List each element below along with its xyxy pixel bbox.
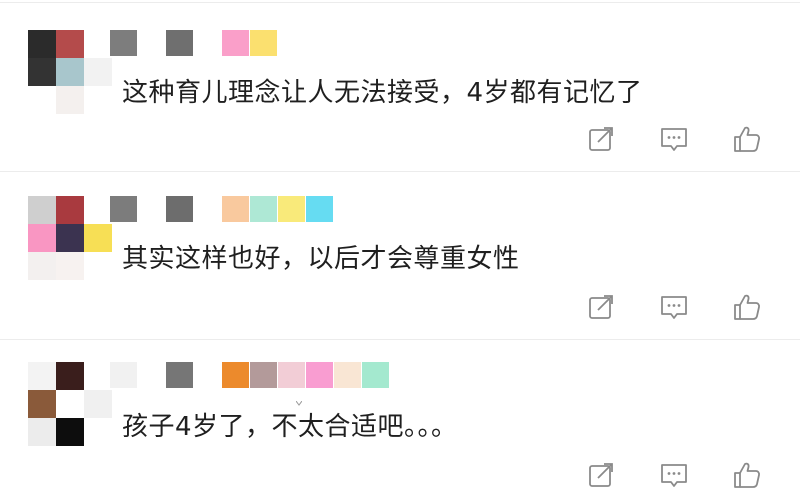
badge-tile [306, 196, 333, 222]
badge-tile [334, 362, 361, 388]
username-mosaic-tile [110, 30, 137, 56]
avatar-mosaic-tile [56, 252, 84, 280]
share-icon [584, 458, 618, 492]
username-redacted[interactable] [110, 362, 200, 388]
user-badges [222, 30, 362, 56]
username-mosaic-tile [110, 362, 137, 388]
avatar-mosaic-tile [84, 86, 112, 114]
comment-text: 其实这样也好，以后才会尊重女性 [122, 244, 520, 274]
username-redacted[interactable] [110, 196, 200, 222]
avatar-mosaic-tile [28, 30, 56, 58]
comment-item: 其实这样也好，以后才会尊重女性 [0, 172, 800, 338]
comment-icon [657, 122, 691, 156]
badge-tile [222, 196, 249, 222]
reply-button[interactable] [657, 290, 691, 324]
avatar-mosaic-tile [84, 224, 112, 252]
comment-icon [657, 458, 691, 492]
avatar-mosaic-tile [84, 418, 112, 446]
avatar-mosaic-tile [56, 418, 84, 446]
thumbs-up-icon [730, 290, 764, 324]
avatar-mosaic-tile [28, 252, 56, 280]
avatar[interactable] [28, 30, 112, 114]
avatar-mosaic-tile [84, 30, 112, 58]
avatar-mosaic-tile [28, 224, 56, 252]
avatar-mosaic-tile [28, 58, 56, 86]
badge-tile [306, 362, 333, 388]
user-badges [222, 196, 362, 222]
avatar-mosaic-tile [84, 390, 112, 418]
avatar-mosaic-tile [56, 390, 84, 418]
share-button[interactable] [584, 458, 618, 492]
like-button[interactable] [730, 122, 764, 156]
avatar-mosaic-tile [28, 418, 56, 446]
comment-text: 这种育儿理念让人无法接受，4岁都有记忆了 [122, 78, 643, 108]
reply-button[interactable] [657, 458, 691, 492]
avatar[interactable] [28, 196, 112, 280]
comment-item: 孩子4岁了，不太合适吧。。。 [0, 340, 800, 501]
comment-icon [657, 290, 691, 324]
badge-tile [362, 362, 389, 388]
comment-actions [560, 122, 800, 156]
comment-actions [560, 458, 800, 492]
avatar-mosaic-tile [84, 362, 112, 390]
share-icon [584, 290, 618, 324]
badge-tile [222, 362, 249, 388]
username-mosaic-tile [166, 362, 193, 388]
username-redacted[interactable] [110, 30, 200, 56]
badge-tile [278, 362, 305, 388]
avatar-mosaic-tile [56, 196, 84, 224]
comment-text: 孩子4岁了，不太合适吧。。。 [122, 412, 458, 442]
badge-tile [250, 196, 277, 222]
thumbs-up-icon [730, 122, 764, 156]
avatar-mosaic-tile [56, 362, 84, 390]
avatar-mosaic-tile [84, 58, 112, 86]
avatar-mosaic-tile [56, 224, 84, 252]
comment-actions [560, 290, 800, 324]
share-button[interactable] [584, 290, 618, 324]
avatar-mosaic-tile [84, 252, 112, 280]
avatar-mosaic-tile [28, 362, 56, 390]
username-mosaic-tile [166, 30, 193, 56]
avatar-mosaic-tile [28, 196, 56, 224]
like-button[interactable] [730, 458, 764, 492]
username-mosaic-tile [166, 196, 193, 222]
share-button[interactable] [584, 122, 618, 156]
badge-tile [250, 30, 277, 56]
avatar-mosaic-tile [56, 30, 84, 58]
avatar-mosaic-tile [56, 86, 84, 114]
avatar-mosaic-tile [84, 196, 112, 224]
reply-button[interactable] [657, 122, 691, 156]
avatar-mosaic-tile [56, 58, 84, 86]
user-badges [222, 362, 392, 388]
badge-tile [278, 196, 305, 222]
badge-tile [250, 362, 277, 388]
avatar-mosaic-tile [28, 390, 56, 418]
avatar[interactable] [28, 362, 112, 446]
badge-tile [222, 30, 249, 56]
share-icon [584, 122, 618, 156]
like-button[interactable] [730, 290, 764, 324]
username-mosaic-tile [110, 196, 137, 222]
thumbs-up-icon [730, 458, 764, 492]
badge-caret [295, 392, 303, 406]
comment-item: 这种育儿理念让人无法接受，4岁都有记忆了 [0, 0, 800, 170]
avatar-mosaic-tile [28, 86, 56, 114]
